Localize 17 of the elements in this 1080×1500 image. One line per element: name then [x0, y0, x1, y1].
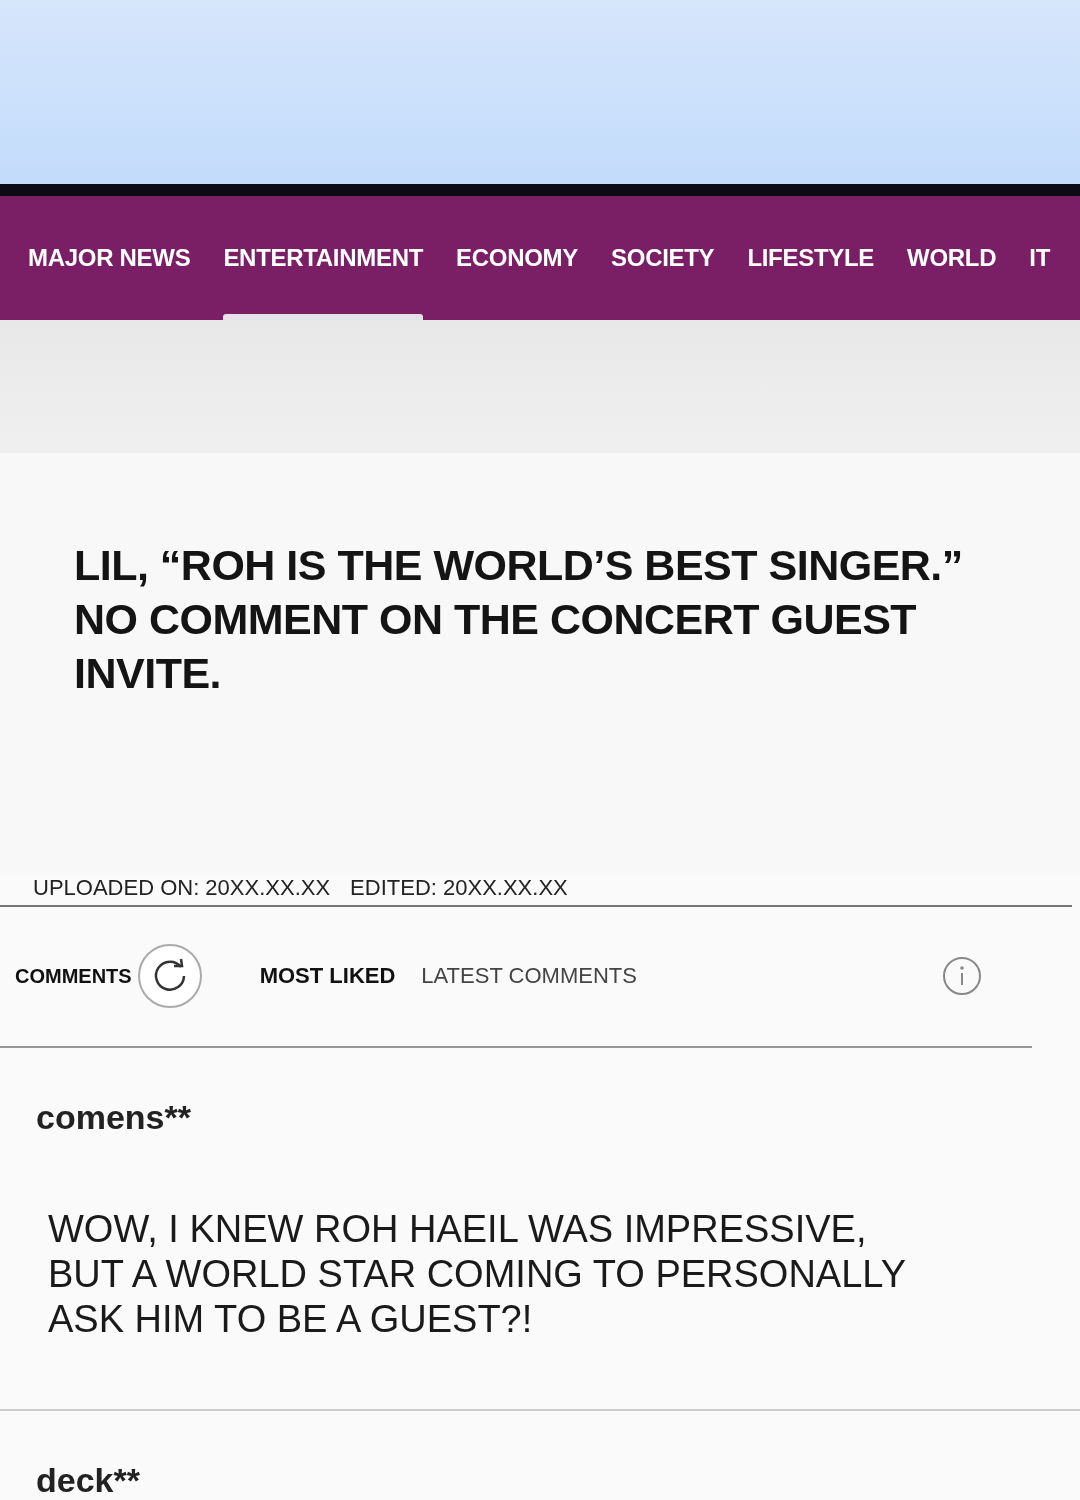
article-headline: LIL, “ROH IS THE WORLD’S BEST SINGER.” NO COMMENT ON THE CONCERT GUEST INVITE.: [74, 539, 964, 699]
nav-tab[interactable]: MAJOR NEWS: [28, 195, 191, 321]
upload-date: UPLOADED ON: 20XX.XX.XX: [33, 874, 331, 901]
nav-tab[interactable]: IT: [1029, 195, 1050, 321]
edit-date: EDITED: 20XX.XX.XX: [350, 874, 568, 901]
comment-author: comens**: [36, 1097, 192, 1137]
sort-tab[interactable]: MOST LIKED: [259, 963, 396, 990]
sort-tab[interactable]: LATEST COMMENTS: [421, 963, 637, 990]
comment-author: deck**: [36, 1461, 141, 1500]
nav-tab[interactable]: WORLD: [907, 195, 997, 321]
nav-tab[interactable]: ECONOMY: [456, 195, 578, 321]
comments-title: COMMENTS: [15, 964, 132, 988]
comment-text: WOW, I KNEW ROH HAEIL WAS IMPRESSIVE, BUT A WORLD STAR COMING TO PERSONALLY ASK HIM TO BE A GUEST?!: [48, 1206, 907, 1342]
nav-tab[interactable]: ENTERTAINMENT: [223, 195, 424, 321]
info-icon[interactable]: [942, 956, 982, 997]
nav-tab[interactable]: SOCIETY: [611, 195, 715, 321]
nav-tab[interactable]: LIFESTYLE: [747, 195, 874, 321]
